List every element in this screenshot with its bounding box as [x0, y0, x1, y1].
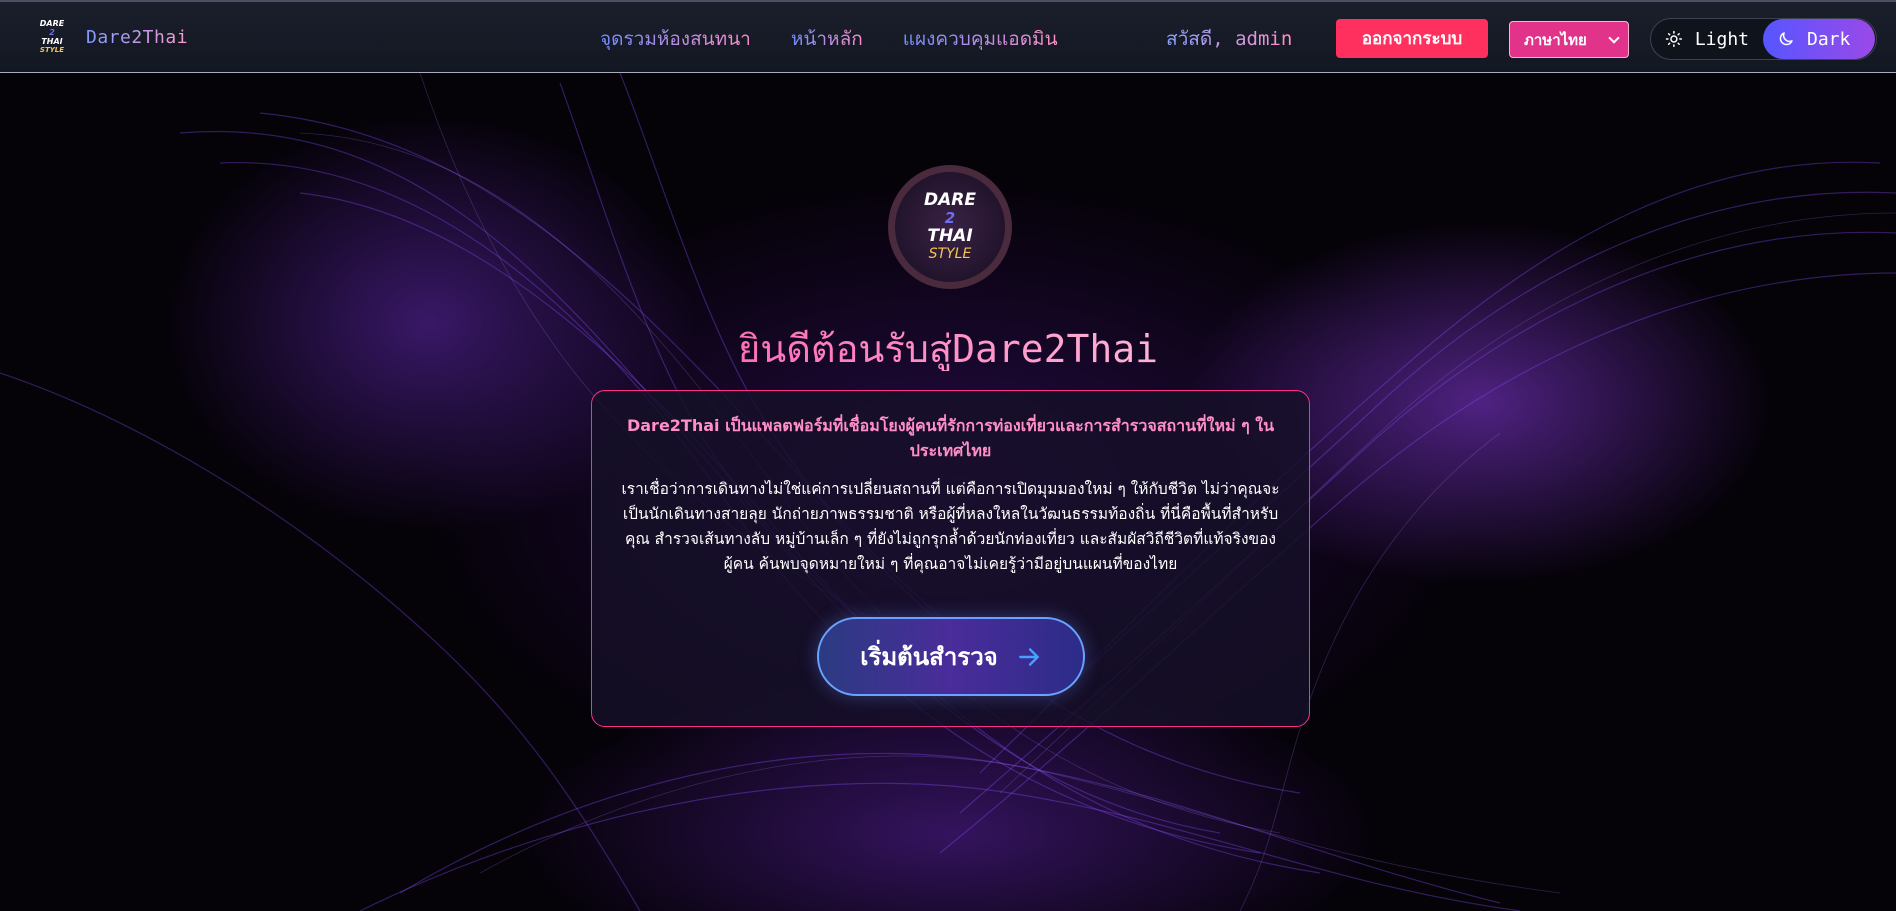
theme-dark-button[interactable]: Dark [1763, 19, 1875, 59]
arrow-right-icon [1018, 647, 1039, 666]
moon-icon [1779, 32, 1793, 46]
brand[interactable]: DARE 2 THAI STYLE Dare2Thai [32, 16, 188, 58]
nav-links: จุดรวมห้องสนทนา หน้าหลัก แผงควบคุมแอดมิน [600, 24, 1058, 54]
intro-card: Dare2Thai เป็นแพลตฟอร์มที่เชื่อมโยงผู้คน… [591, 390, 1310, 727]
theme-light-button[interactable]: Light [1651, 19, 1763, 59]
emblem-line: 2 [944, 209, 956, 227]
brand-name[interactable]: Dare2Thai [86, 27, 188, 48]
brand-logo-line: DARE [39, 19, 65, 28]
logout-button[interactable]: ออกจากระบบ [1336, 19, 1488, 58]
theme-dark-label: Dark [1807, 28, 1851, 50]
language-selected-value: ภาษาไทย [1524, 30, 1587, 49]
intro-body-text: เราเชื่อว่าการเดินทางไม่ใช่แค่การเปลี่ยน… [621, 480, 1280, 573]
nav-link-home[interactable]: หน้าหลัก [791, 24, 863, 54]
sun-icon [1665, 30, 1683, 48]
brand-logo-line: STYLE [39, 46, 65, 54]
nav-link-chat-hub[interactable]: จุดรวมห้องสนทนา [600, 24, 751, 54]
brand-logo-line: 2 [49, 28, 55, 37]
brand-logo[interactable]: DARE 2 THAI STYLE [32, 16, 72, 58]
user-greeting: สวัสดี, admin [1166, 24, 1292, 54]
start-exploring-button[interactable]: เริ่มต้นสำรวจ [817, 617, 1085, 696]
top-navbar: DARE 2 THAI STYLE Dare2Thai จุดรวมห้องสน… [0, 0, 1896, 73]
brand-logo-line: THAI [41, 37, 63, 46]
chevron-down-icon [1608, 32, 1620, 44]
nav-link-admin-panel[interactable]: แผงควบคุมแอดมิน [903, 24, 1058, 54]
intro-lead-text: Dare2Thai เป็นแพลตฟอร์มที่เชื่อมโยงผู้คน… [626, 416, 1275, 460]
page-title-text: ยินดีต้อนรับสู่Dare2Thai [737, 327, 1159, 371]
emblem-line: STYLE [928, 246, 972, 262]
dare2thai-emblem-logo: DARE 2 THAI STYLE [888, 165, 1012, 289]
theme-light-label: Light [1694, 28, 1749, 50]
start-exploring-label: เริ่มต้นสำรวจ [860, 643, 998, 671]
theme-toggle: Light Dark [1650, 18, 1877, 60]
language-select[interactable]: ภาษาไทย [1509, 21, 1629, 58]
emblem-line: THAI [927, 226, 973, 246]
emblem-line: DARE [924, 190, 976, 210]
page-title: ยินดีต้อนรับสู่Dare2Thai [0, 318, 1896, 379]
